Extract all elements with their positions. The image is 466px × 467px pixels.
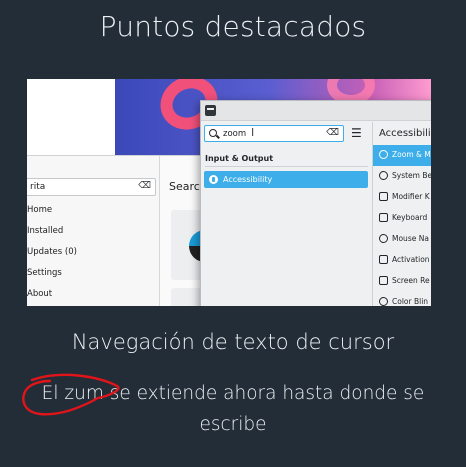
list-item-label: Zoom & M [392, 150, 431, 159]
list-item: Mouse Na [373, 229, 431, 250]
list-item: Color Blin [373, 292, 431, 306]
search-icon [209, 129, 217, 137]
system-settings-window: zoom I ⌫ ☰ Accessibili Input & Output Ac… [200, 100, 431, 306]
category-divider [205, 166, 368, 167]
keyboard-icon [379, 213, 388, 222]
window-menu-icon [205, 105, 216, 116]
sidebar-item-home: Home [27, 205, 53, 215]
settings-search-value: zoom [223, 129, 247, 139]
list-item-label: Keyboard [392, 213, 428, 222]
screen-reader-icon [379, 276, 388, 285]
accessibility-subpage-list: Zoom & M System Be Modifier K Keyboard M… [373, 145, 431, 306]
list-item-label: Mouse Na [392, 234, 429, 243]
search-result-label: Accessibility [223, 175, 273, 184]
search-result-accessibility: Accessibility [204, 171, 368, 188]
list-item-label: System Be [392, 171, 431, 180]
mouse-icon [379, 234, 388, 243]
window-titlebar [201, 101, 431, 121]
clear-icon: ⌫ [326, 128, 339, 138]
list-item-label: Screen Re [392, 276, 430, 285]
bell-icon [379, 171, 388, 180]
list-item: Activation [373, 250, 431, 271]
list-item: Modifier K [373, 187, 431, 208]
list-item: System Be [373, 166, 431, 187]
list-item: Zoom & M [373, 145, 431, 166]
list-item: Keyboard [373, 208, 431, 229]
list-item-label: Color Blin [392, 297, 429, 306]
zoom-icon [379, 150, 388, 159]
background-app-window: rita ⌫ Home Installed Updates (0) Settin… [27, 155, 227, 306]
background-app-search-heading: Searc [169, 180, 200, 193]
page-title: Puntos destacados [99, 10, 367, 43]
background-app-search-field: rita ⌫ [27, 178, 156, 196]
sidebar-item-settings: Settings [27, 268, 62, 278]
page-heading: Accessibili [379, 128, 431, 139]
sidebar-item-installed: Installed [27, 226, 64, 236]
background-app-search-value: rita [30, 182, 46, 192]
settings-search-input: zoom I ⌫ [204, 125, 344, 142]
highlight-description: El zum se extiende ahora hasta donde se … [41, 383, 425, 435]
text-cursor-icon: I [251, 126, 255, 139]
category-label: Input & Output [205, 154, 274, 163]
highlight-screenshot: rita ⌫ Home Installed Updates (0) Settin… [27, 79, 431, 306]
list-item-label: Modifier K [392, 192, 430, 201]
sidebar-item-about: About [27, 289, 53, 299]
sidebar-item-updates: Updates (0) [27, 247, 77, 257]
clear-icon: ⌫ [138, 181, 151, 191]
modifier-keys-icon [379, 192, 388, 201]
accessibility-icon [209, 175, 218, 184]
activation-icon [379, 255, 388, 264]
highlight-title: Navegación de texto de cursor [71, 330, 395, 354]
hamburger-menu-icon: ☰ [351, 126, 362, 140]
list-item-label: Activation [392, 255, 430, 264]
color-blindness-icon [379, 297, 388, 306]
background-app-sidebar: rita ⌫ Home Installed Updates (0) Settin… [27, 156, 160, 306]
list-item: Screen Re [373, 271, 431, 292]
